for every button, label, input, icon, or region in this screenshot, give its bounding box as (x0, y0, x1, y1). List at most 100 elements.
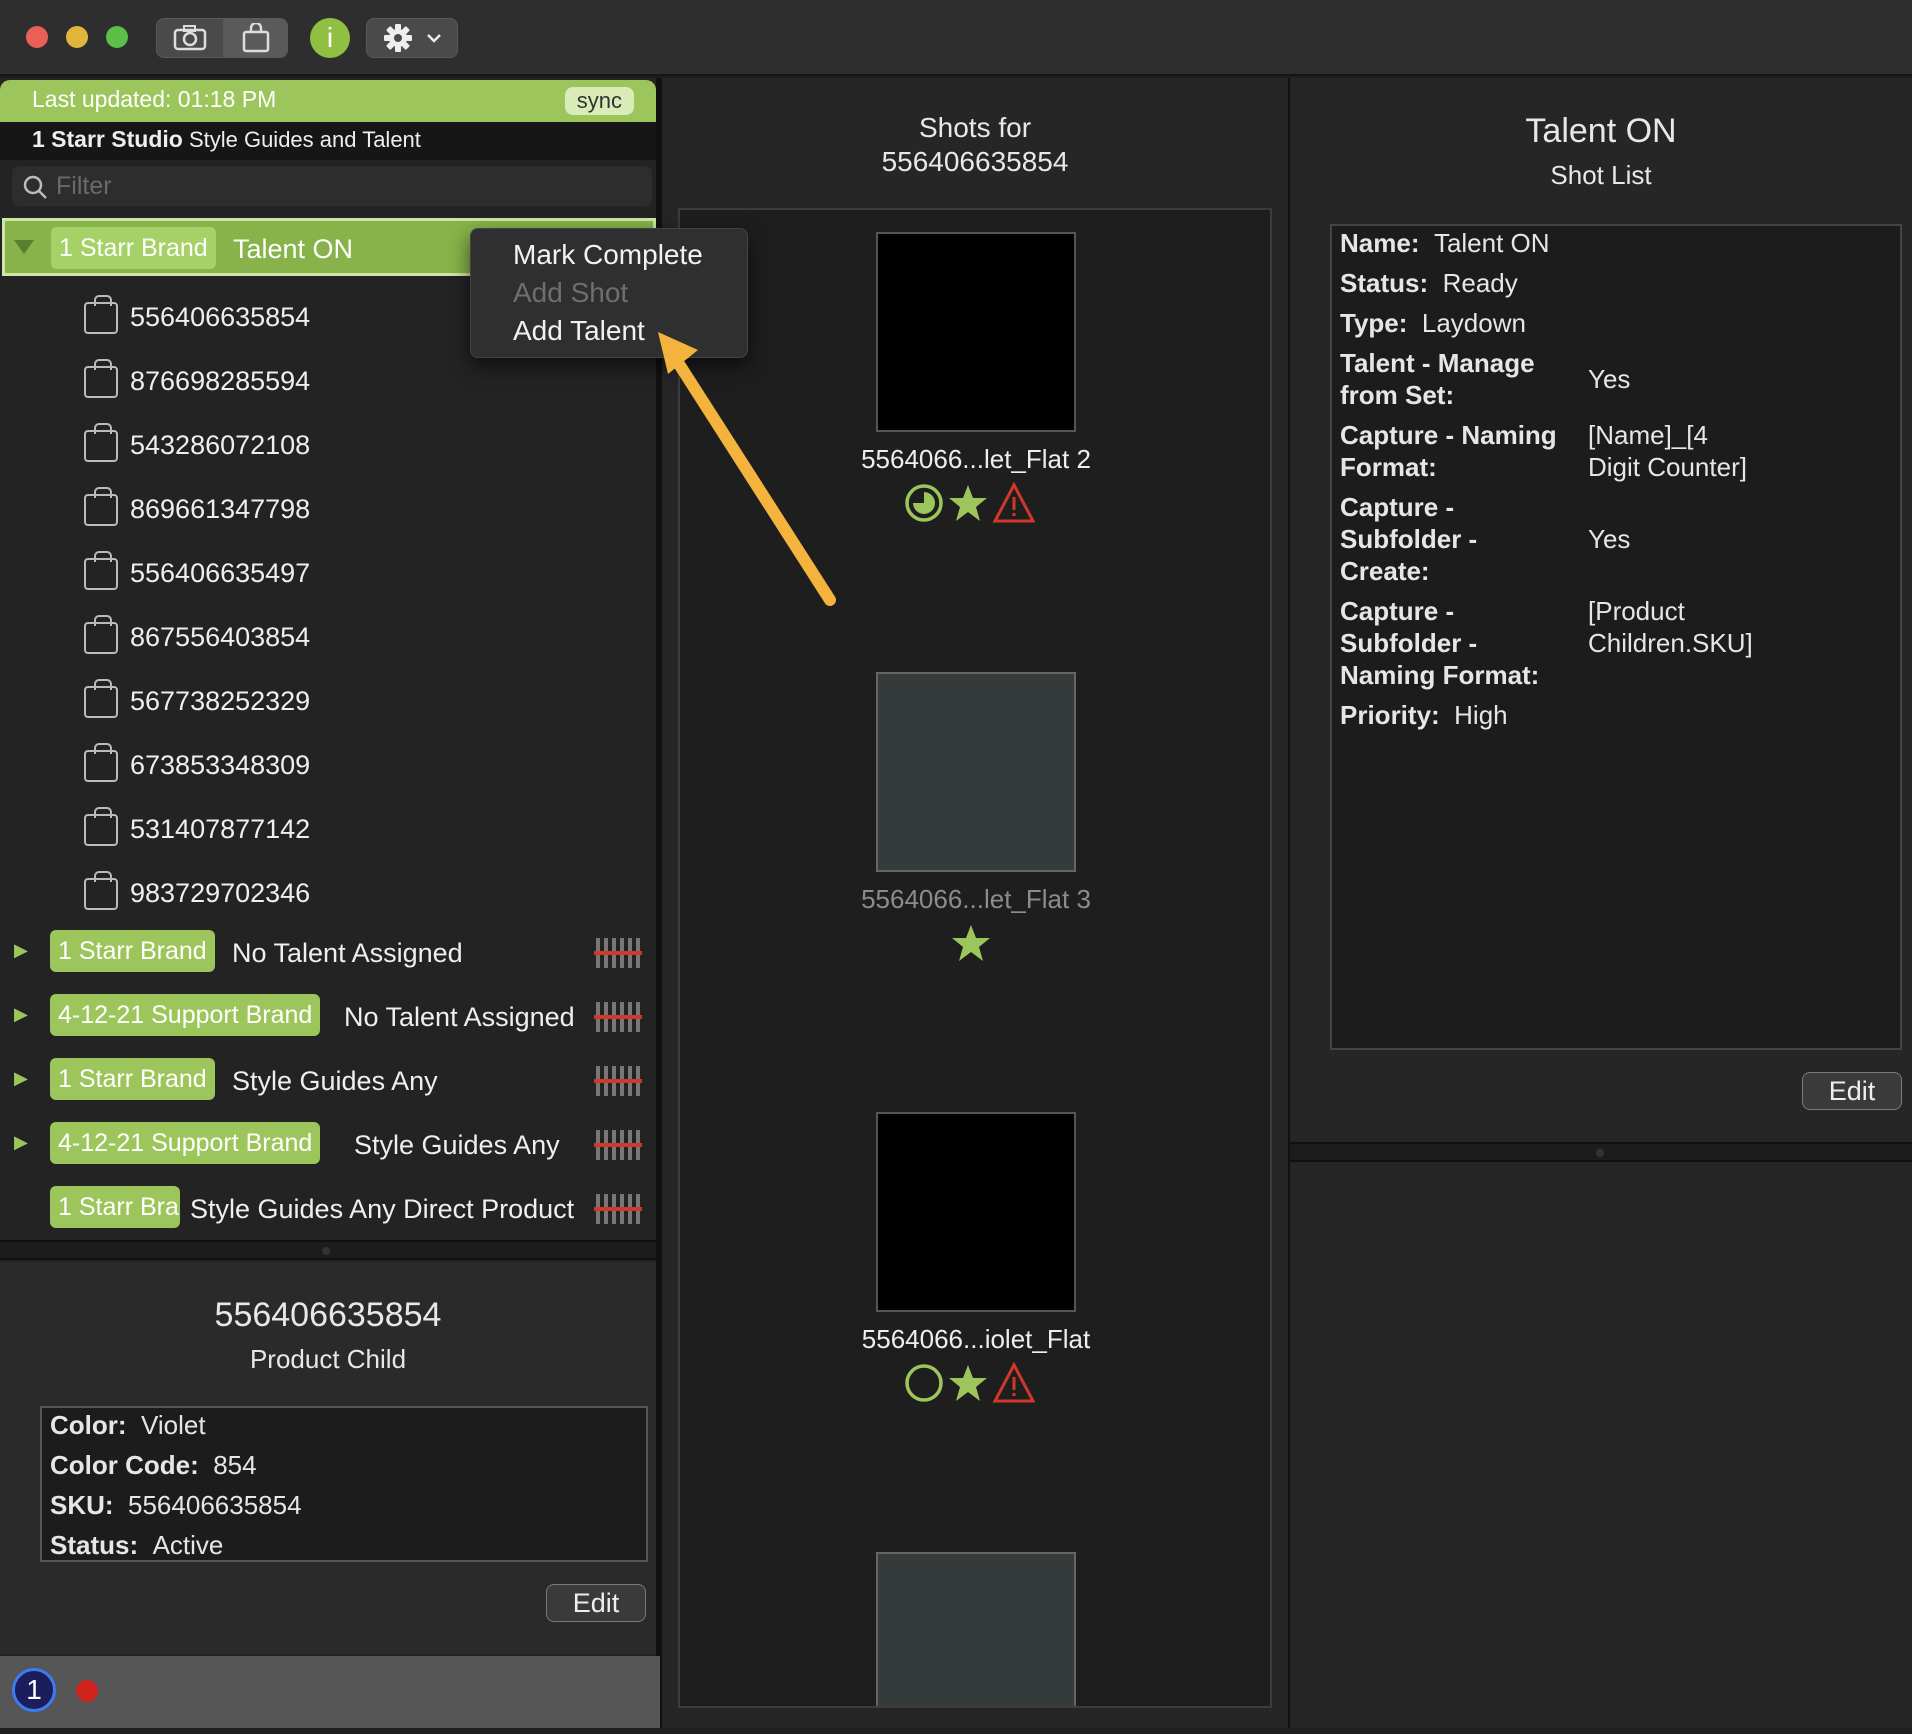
menu-item-mark-complete[interactable]: Mark Complete (513, 239, 703, 271)
product-child-sku: 556406635854 (130, 302, 311, 332)
brand-badge: 1 Starr Brand (50, 930, 215, 972)
disclosure-closed-icon[interactable]: ▶ (14, 1132, 28, 1153)
product-child-sku: 556406635497 (130, 558, 311, 588)
edit-product-button[interactable]: Edit (546, 1584, 646, 1622)
split-handle[interactable] (0, 1240, 656, 1260)
product-child-sku: 567738252329 (130, 686, 311, 716)
field-label: Status: (1340, 268, 1429, 298)
shot-list-name: Style Guides Any (232, 1066, 438, 1096)
zoom-window-button[interactable] (106, 26, 128, 48)
field-label: Capture - Naming (1340, 420, 1557, 450)
tree-row[interactable]: ▶ 1 Starr Brand Style Guides Any (0, 1056, 656, 1106)
list-item[interactable]: 867556403854 (84, 614, 624, 658)
list-item[interactable]: 531407877142 (84, 806, 624, 850)
gear-icon (384, 24, 412, 52)
shopping-bag-icon (84, 551, 118, 590)
product-child-sku: 543286072108 (130, 430, 311, 460)
camera-icon (173, 25, 207, 51)
star-icon (949, 1365, 987, 1401)
list-item[interactable]: 869661347798 (84, 486, 624, 530)
field-value-type: Laydown (1421, 308, 1526, 338)
disclosure-closed-icon[interactable]: ▶ (14, 940, 28, 961)
record-indicator-icon (76, 1680, 98, 1702)
brand-badge: 4-12-21 Support Brand (50, 994, 321, 1036)
split-handle[interactable] (1290, 1142, 1912, 1162)
chevron-down-icon (427, 34, 441, 43)
shot-item[interactable] (680, 1530, 1270, 1706)
disclosure-closed-icon[interactable]: ▶ (14, 1068, 28, 1089)
shot-thumbnail[interactable] (876, 1552, 1076, 1706)
shopping-bag-icon (84, 423, 118, 462)
list-item[interactable]: 556406635497 (84, 550, 624, 594)
shot-list-subtitle: Shot List (1550, 160, 1652, 190)
annotation-arrow-icon (658, 332, 836, 606)
field-label: Priority: (1340, 700, 1440, 730)
brand-badge: 1 Starr Brand (51, 227, 216, 269)
product-detail-subtitle: Product Child (249, 1344, 407, 1374)
tree-row[interactable]: ▶ 4-12-21 Support Brand Style Guides Any (0, 1120, 656, 1170)
brand-badge: 1 Starr Brand (50, 1058, 215, 1100)
list-item[interactable]: 983729702346 (84, 870, 624, 914)
camera-view-button[interactable] (156, 18, 224, 58)
not-started-icon (905, 1364, 943, 1402)
shot-thumbnail[interactable] (876, 1112, 1076, 1312)
shot-item[interactable]: 5564066...iolet_Flat (680, 1090, 1270, 1510)
filter-placeholder: Filter (56, 172, 112, 200)
list-item[interactable]: 567738252329 (84, 678, 624, 722)
tree-row[interactable]: ▶ 1 Starr Brand No Talent Assigned (0, 928, 656, 978)
barcode-status-icon (594, 938, 642, 968)
disclosure-closed-icon[interactable]: ▶ (14, 1004, 28, 1025)
shot-label: 5564066...iolet_Flat (861, 1324, 1091, 1354)
shot-item[interactable]: 5564066...let_Flat 3 (680, 650, 1270, 1070)
edit-shot-list-button[interactable]: Edit (1802, 1072, 1902, 1110)
shot-thumbnail[interactable] (876, 672, 1076, 872)
shot-status-icons (905, 1362, 1036, 1403)
shopping-bag-icon (84, 679, 118, 718)
shopping-bag-icon (84, 359, 118, 398)
menu-item-add-talent[interactable]: Add Talent (513, 315, 645, 347)
field-value-status: Ready (1442, 268, 1518, 298)
list-item[interactable]: 543286072108 (84, 422, 624, 466)
shots-title-line1: Shots for (918, 112, 1032, 143)
shot-list-title: Talent ON (1525, 112, 1677, 150)
warning-icon (992, 482, 1036, 523)
brand-badge: 1 Starr Bra (50, 1186, 180, 1228)
info-button[interactable]: i (310, 18, 350, 58)
shopping-bag-icon (84, 807, 118, 846)
sync-button[interactable]: sync (564, 87, 634, 115)
studio-name: 1 Starr Studio (32, 126, 183, 152)
onepassword-icon[interactable]: 1 (12, 1668, 56, 1712)
list-item[interactable]: 876698285594 (84, 358, 624, 402)
shots-title-line2: 556406635854 (881, 146, 1069, 177)
shot-thumbnail[interactable] (876, 232, 1076, 432)
field-value-color: Violet (141, 1410, 206, 1440)
star-icon (952, 925, 990, 961)
tree-row[interactable]: ▶ 4-12-21 Support Brand No Talent Assign… (0, 992, 656, 1042)
field-label: Type: (1340, 308, 1408, 338)
field-label: Name: (1340, 228, 1420, 258)
product-view-button[interactable] (224, 18, 288, 58)
shot-list-name: Style Guides Any Direct Product (190, 1194, 575, 1224)
shot-list-name: Style Guides Any (354, 1130, 560, 1160)
menu-item-add-shot: Add Shot (513, 277, 629, 308)
barcode-status-icon (594, 1002, 642, 1032)
star-icon (949, 485, 987, 521)
studio-subtitle: Style Guides and Talent (188, 127, 421, 152)
settings-menu-button[interactable] (366, 18, 458, 58)
status-bar: 1 (0, 1656, 660, 1728)
field-label: Create: (1340, 556, 1430, 586)
field-label: Subfolder - (1340, 628, 1478, 658)
shot-label: 5564066...let_Flat 3 (861, 884, 1091, 914)
studio-header: 1 Starr Studio Style Guides and Talent (0, 122, 656, 160)
shopping-bag-icon (84, 487, 118, 526)
field-label: Naming Format: (1340, 660, 1540, 690)
tree-row[interactable]: 1 Starr Bra Style Guides Any Direct Prod… (0, 1184, 656, 1234)
close-window-button[interactable] (26, 26, 48, 48)
warning-icon (992, 1362, 1036, 1403)
filter-input[interactable]: Filter (12, 166, 652, 206)
list-item[interactable]: 673853348309 (84, 742, 624, 786)
field-label: Capture - (1340, 596, 1455, 626)
minimize-window-button[interactable] (66, 26, 88, 48)
field-label: Format: (1340, 452, 1437, 482)
disclosure-open-icon[interactable] (13, 239, 35, 255)
